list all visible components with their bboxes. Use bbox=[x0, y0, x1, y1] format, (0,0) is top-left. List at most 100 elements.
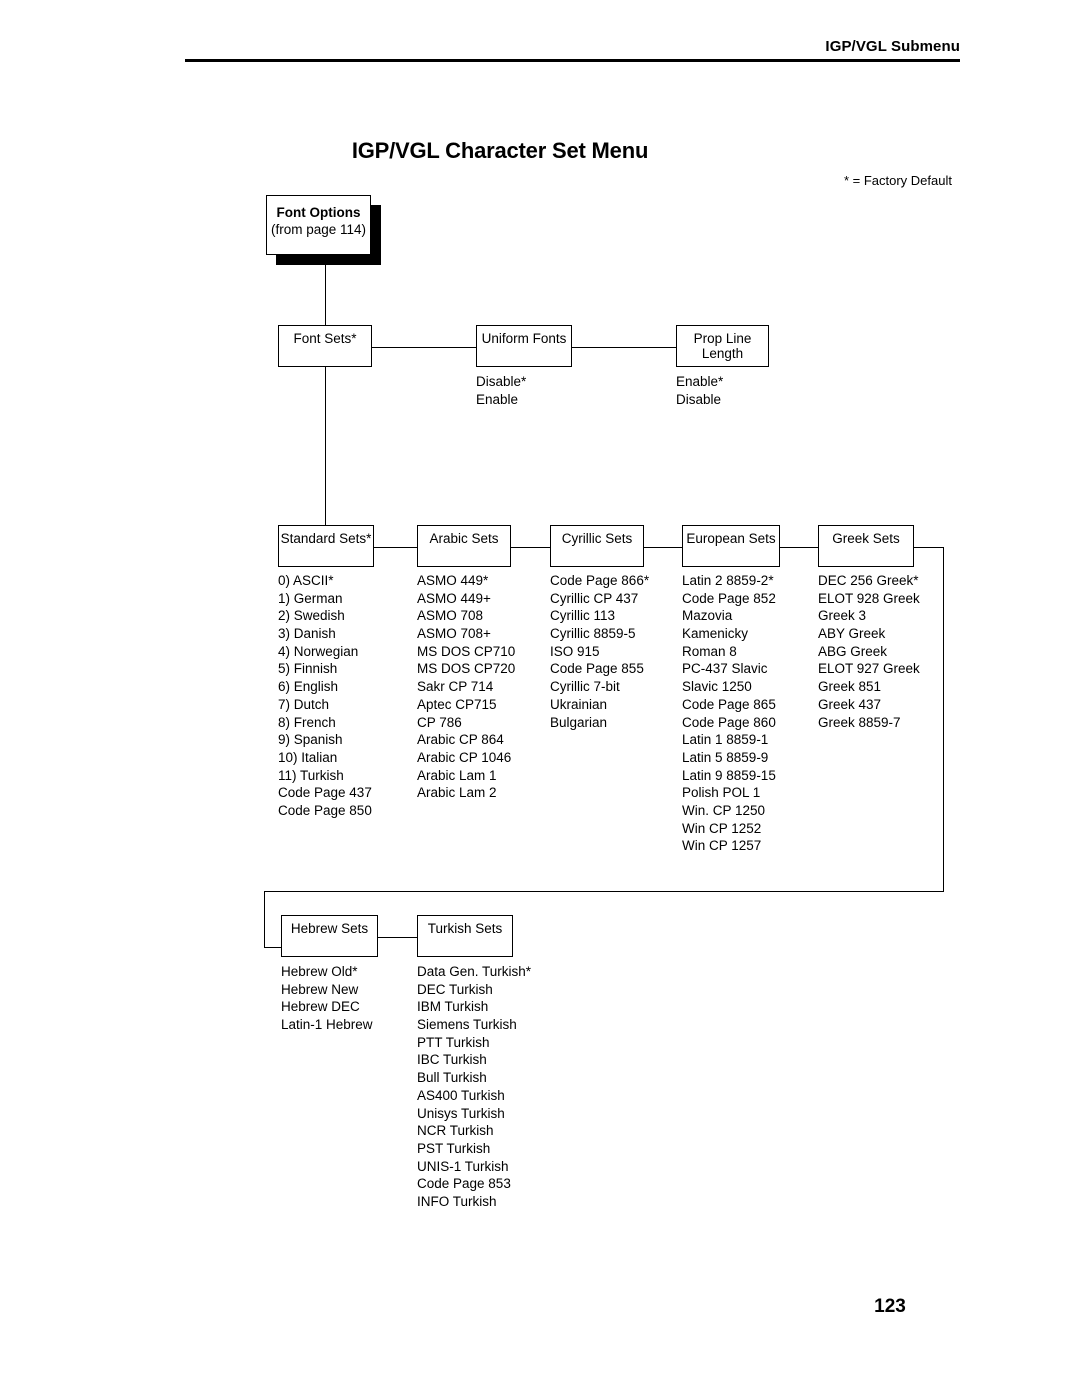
options-hebrew-sets: Hebrew Old* Hebrew New Hebrew DEC Latin-… bbox=[281, 963, 373, 1034]
node-prop-line-length-label-line2: Length bbox=[701, 346, 744, 361]
option-item: Arabic CP 1046 bbox=[417, 749, 512, 765]
option-item: Win. CP 1250 bbox=[682, 802, 766, 818]
option-item: PST Turkish bbox=[417, 1140, 491, 1156]
option-item: ABY Greek bbox=[818, 626, 886, 642]
node-uniform-fonts[interactable]: Uniform Fonts bbox=[476, 325, 572, 367]
connector-wrap-into-hebrew bbox=[264, 947, 281, 948]
option-item: Greek 437 bbox=[818, 696, 882, 712]
font-options-subtitle: (from page 114) bbox=[270, 222, 367, 237]
node-cyrillic-sets[interactable]: Cyrillic Sets bbox=[550, 525, 644, 567]
option-item: Cyrillic 113 bbox=[550, 608, 616, 624]
options-arabic-sets: ASMO 449* ASMO 449+ ASMO 708 ASMO 708+ M… bbox=[417, 572, 515, 802]
option-item: Code Page 852 bbox=[682, 590, 776, 606]
connector-european-to-greek bbox=[780, 547, 818, 548]
option-item: Data Gen. Turkish* bbox=[417, 964, 532, 979]
option-item: 11) Turkish bbox=[278, 767, 344, 783]
option-item: Bull Turkish bbox=[417, 1070, 487, 1086]
option-item: 6) English bbox=[278, 679, 339, 695]
options-standard-sets: 0) ASCII* 1) German 2) Swedish 3) Danish… bbox=[278, 572, 372, 820]
option-item: Ukrainian bbox=[550, 696, 608, 712]
option-item: AS400 Turkish bbox=[417, 1087, 505, 1103]
option-item: Win CP 1252 bbox=[682, 820, 762, 836]
option-item: Unisys Turkish bbox=[417, 1105, 505, 1121]
option-item: MS DOS CP720 bbox=[417, 661, 516, 677]
options-cyrillic-sets: Code Page 866* Cyrillic CP 437 Cyrillic … bbox=[550, 572, 649, 731]
option-item: ASMO 449+ bbox=[417, 590, 491, 606]
node-arabic-sets[interactable]: Arabic Sets bbox=[417, 525, 511, 567]
connector-greek-wrap-left bbox=[264, 891, 265, 948]
connector-arabic-to-cyrillic bbox=[511, 547, 550, 548]
option-item: Arabic Lam 1 bbox=[417, 767, 497, 783]
node-turkish-sets-label: Turkish Sets bbox=[427, 921, 503, 936]
option-item: 5) Finnish bbox=[278, 661, 338, 677]
option-item: Arabic CP 864 bbox=[417, 732, 504, 748]
option-item: Siemens Turkish bbox=[417, 1017, 517, 1033]
node-european-sets-label: European Sets bbox=[686, 531, 776, 546]
option-item: Enable bbox=[476, 391, 519, 407]
option-item: Hebrew DEC bbox=[281, 999, 360, 1015]
node-hebrew-sets[interactable]: Hebrew Sets bbox=[281, 915, 378, 957]
options-european-sets: Latin 2 8859-2* Code Page 852 Mazovia Ka… bbox=[682, 572, 776, 855]
option-item: DEC Turkish bbox=[417, 981, 493, 997]
option-item: PTT Turkish bbox=[417, 1034, 490, 1050]
node-arabic-sets-label: Arabic Sets bbox=[429, 531, 499, 546]
option-item: Mazovia bbox=[682, 608, 733, 624]
option-item: Hebrew New bbox=[281, 981, 359, 997]
option-item: DEC 256 Greek* bbox=[818, 573, 919, 588]
option-item: IBC Turkish bbox=[417, 1052, 487, 1068]
option-item: ELOT 927 Greek bbox=[818, 661, 920, 677]
connector-cyrillic-to-european bbox=[644, 547, 682, 548]
connector-greek-wrap-top bbox=[914, 547, 944, 548]
page-number: 123 bbox=[874, 1296, 906, 1317]
node-standard-sets[interactable]: Standard Sets* bbox=[278, 525, 374, 567]
node-greek-sets[interactable]: Greek Sets bbox=[818, 525, 914, 567]
figure-title: IGP/VGL Character Set Menu bbox=[351, 138, 649, 163]
option-item: IBM Turkish bbox=[417, 999, 489, 1015]
connector-font-sets-to-uniform-fonts bbox=[372, 347, 476, 348]
node-hebrew-sets-label: Hebrew Sets bbox=[290, 921, 369, 936]
option-item: Polish POL 1 bbox=[682, 785, 761, 801]
option-item: Sakr CP 714 bbox=[417, 679, 494, 695]
option-item: MS DOS CP710 bbox=[417, 643, 516, 659]
connector-root-to-font-sets bbox=[325, 255, 326, 325]
option-item: Aptec CP715 bbox=[417, 696, 497, 712]
option-item: Latin 9 8859-15 bbox=[682, 767, 776, 783]
option-item: 1) German bbox=[278, 590, 343, 606]
option-item: 3) Danish bbox=[278, 626, 336, 642]
node-font-sets[interactable]: Font Sets* bbox=[278, 325, 372, 367]
option-item: Latin-1 Hebrew bbox=[281, 1017, 373, 1033]
option-item: Greek 3 bbox=[818, 608, 867, 624]
option-item: ASMO 708+ bbox=[417, 626, 491, 642]
options-turkish-sets: Data Gen. Turkish* DEC Turkish IBM Turki… bbox=[417, 963, 531, 1211]
option-item: Enable* bbox=[676, 374, 724, 389]
option-item: Slavic 1250 bbox=[682, 679, 752, 695]
node-standard-sets-label: Standard Sets* bbox=[280, 531, 372, 546]
option-item: 7) Dutch bbox=[278, 696, 330, 712]
node-turkish-sets[interactable]: Turkish Sets bbox=[417, 915, 513, 957]
option-item: ISO 915 bbox=[550, 643, 600, 659]
node-european-sets[interactable]: European Sets bbox=[682, 525, 780, 567]
option-item: INFO Turkish bbox=[417, 1193, 497, 1209]
font-options-title: Font Options bbox=[276, 205, 361, 220]
option-item: Hebrew Old* bbox=[281, 964, 358, 979]
option-item: Code Page 437 bbox=[278, 785, 372, 801]
option-item: ASMO 449* bbox=[417, 573, 489, 588]
option-item: Latin 2 8859-2* bbox=[682, 573, 774, 588]
node-uniform-fonts-label: Uniform Fonts bbox=[481, 331, 567, 346]
header-rule bbox=[185, 59, 960, 62]
option-item: NCR Turkish bbox=[417, 1123, 494, 1139]
option-item: Code Page 855 bbox=[550, 661, 644, 677]
option-item: Code Page 850 bbox=[278, 802, 372, 818]
option-item: Code Page 860 bbox=[682, 714, 776, 730]
option-item: Cyrillic CP 437 bbox=[550, 590, 639, 606]
node-cyrillic-sets-label: Cyrillic Sets bbox=[561, 531, 633, 546]
option-item: Code Page 853 bbox=[417, 1176, 511, 1192]
option-item: ELOT 928 Greek bbox=[818, 590, 920, 606]
connector-uniform-fonts-to-prop-line bbox=[572, 347, 676, 348]
option-item: Greek 8859-7 bbox=[818, 714, 901, 730]
options-greek-sets: DEC 256 Greek* ELOT 928 Greek Greek 3 AB… bbox=[818, 572, 920, 731]
node-font-options[interactable]: Font Options (from page 114) bbox=[266, 195, 371, 255]
option-item: Bulgarian bbox=[550, 714, 608, 730]
node-prop-line-length[interactable]: Prop Line Length bbox=[676, 325, 769, 367]
option-item: Win CP 1257 bbox=[682, 838, 762, 854]
